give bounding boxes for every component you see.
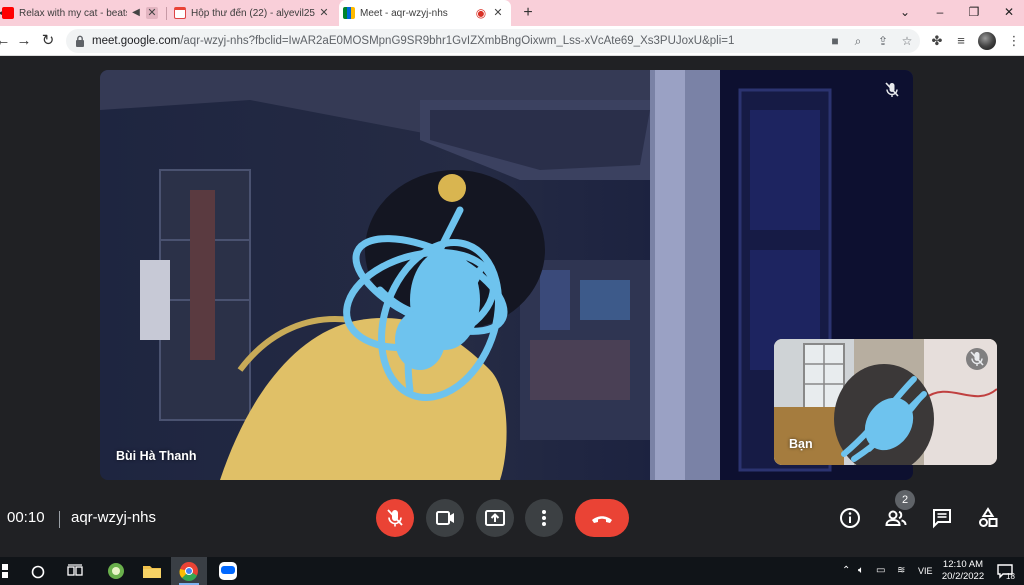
url-host: meet.google.com [92, 35, 181, 47]
call-end-icon [592, 516, 612, 523]
taskbar-clock[interactable]: 12:10 AM 20/2/2022 [938, 559, 988, 583]
battery-icon[interactable]: ▭ [876, 565, 885, 577]
chat-icon[interactable] [930, 506, 954, 530]
screen: ◂ Relax with my cat - beats t ◀ ✕ Hộp th… [0, 0, 1024, 585]
input-language[interactable]: VIE [918, 565, 933, 577]
notification-count: 18 [1006, 572, 1015, 581]
cortana-icon[interactable] [31, 565, 45, 579]
minimize-icon[interactable]: – [930, 3, 950, 21]
tab-meet[interactable]: Meet - aqr-wzyj-nhs ◉ ✕ [339, 0, 511, 26]
windows-taskbar: ⌃ 🔈︎ ▭ ≋ VIE 12:10 AM 20/2/2022 18 [0, 557, 1024, 585]
present-screen-icon [485, 510, 505, 526]
task-view-icon[interactable] [67, 564, 83, 578]
gmail-icon [174, 7, 186, 19]
participant-name: Bùi Hà Thanh [116, 449, 197, 463]
volume-icon[interactable]: 🔈︎ [858, 565, 864, 577]
speaker-icon[interactable]: ◀ [130, 7, 142, 19]
meet-stage: Bùi Hà Thanh Bạn 00:10 aqr-wzyj-nhs 2 [0, 56, 1024, 557]
leave-call-button[interactable] [575, 499, 629, 537]
camera-in-use-icon[interactable]: ■ [828, 34, 842, 48]
close-icon[interactable]: ✕ [318, 7, 330, 19]
close-icon[interactable]: ✕ [492, 7, 504, 19]
self-video-tile[interactable]: Bạn [774, 339, 997, 465]
chrome-icon [179, 562, 199, 585]
wifi-icon[interactable]: ≋ [897, 565, 905, 577]
reload-icon[interactable]: ↻ [39, 32, 57, 50]
extensions-icon[interactable]: ✤ [929, 33, 945, 49]
camera-toggle-button[interactable] [426, 499, 464, 537]
lock-icon [76, 35, 84, 47]
more-options-button[interactable] [525, 499, 563, 537]
tab-gmail[interactable]: Hộp thư đến (22) - alyevil2509 ✕ [170, 0, 338, 26]
windows-start-icon[interactable] [0, 564, 8, 578]
recording-icon: ◉ [475, 6, 487, 20]
browser-toolbar: ← → ↻ meet.google.com/aqr-wzyj-nhs?fbcli… [0, 26, 1024, 56]
self-name: Bạn [789, 437, 813, 451]
people-icon[interactable] [884, 506, 908, 530]
tab-strip: ◂ Relax with my cat - beats t ◀ ✕ Hộp th… [0, 0, 1024, 26]
bookmark-star-icon[interactable]: ☆ [900, 34, 914, 48]
restore-icon[interactable]: ❐ [964, 3, 984, 21]
video-camera-icon [436, 511, 454, 525]
clock-time: 12:10 AM [942, 559, 984, 570]
url-path: /aqr-wzyj-nhs?fbclid=IwAR2aE0MOSMpnG9SR9… [180, 35, 735, 47]
zoom-icon[interactable]: ⌕ [851, 34, 865, 48]
more-vert-icon [542, 510, 546, 526]
zalo-icon[interactable] [217, 561, 239, 581]
forward-icon[interactable]: → [15, 32, 33, 50]
tab-title: Hộp thư đến (22) - alyevil2509 [191, 7, 315, 19]
close-icon[interactable]: ✕ [146, 7, 158, 19]
menu-icon[interactable]: ⋮ [1006, 33, 1022, 49]
mic-off-icon [387, 509, 403, 527]
meeting-code: aqr-wzyj-nhs [71, 509, 157, 526]
address-bar[interactable]: meet.google.com/aqr-wzyj-nhs?fbclid=IwAR… [66, 29, 920, 53]
meet-icon [343, 7, 355, 19]
tab-title: Meet - aqr-wzyj-nhs [360, 7, 448, 19]
chrome-taskbar-item[interactable] [171, 557, 207, 585]
self-mic-off-icon [966, 348, 988, 370]
url-text: meet.google.com/aqr-wzyj-nhs?fbclid=IwAR… [92, 29, 734, 53]
profile-avatar[interactable] [978, 32, 996, 50]
mic-off-icon [885, 82, 899, 97]
tab-search-icon[interactable]: ⌄ [895, 3, 915, 21]
meeting-time: 00:10 [7, 509, 45, 526]
close-window-icon[interactable]: ✕ [999, 3, 1019, 21]
tab-separator [166, 7, 167, 20]
meeting-details-icon[interactable] [838, 506, 862, 530]
file-explorer-icon[interactable] [141, 561, 163, 581]
tab-youtube[interactable]: Relax with my cat - beats t ◀ ✕ [0, 0, 164, 26]
media-control-icon[interactable]: ≡ [953, 33, 969, 49]
present-screen-button[interactable] [476, 499, 514, 537]
tab-title: Relax with my cat - beats t [19, 7, 127, 19]
app-icon-green[interactable] [105, 561, 127, 581]
youtube-icon [2, 7, 14, 19]
meeting-info-divider [59, 511, 60, 528]
new-tab-button[interactable]: + [519, 4, 537, 22]
tray-overflow-icon[interactable]: ⌃ [842, 565, 850, 577]
activities-icon[interactable] [976, 506, 1000, 530]
clock-date: 20/2/2022 [941, 571, 985, 582]
share-icon[interactable]: ⇪ [876, 34, 890, 48]
back-icon[interactable]: ← [0, 32, 12, 50]
microphone-toggle-button[interactable] [376, 499, 414, 537]
